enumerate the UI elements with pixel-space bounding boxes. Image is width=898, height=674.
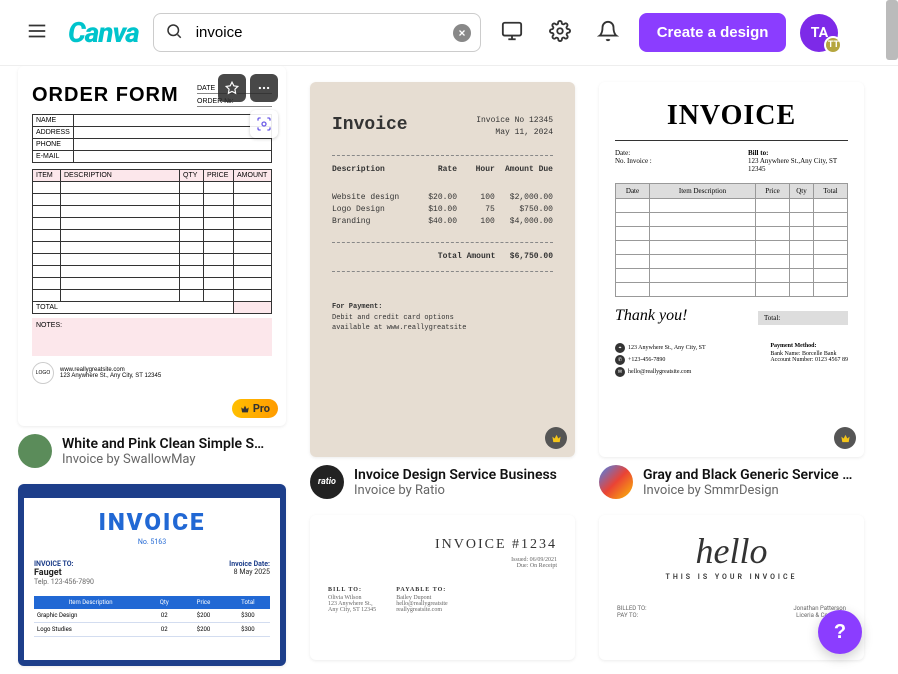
template-card: INVOICE Date: No. Invoice : Bill to: 123…: [599, 82, 864, 499]
gear-icon: [549, 20, 571, 42]
template-title: Invoice: [332, 112, 408, 139]
hamburger-menu-button[interactable]: [20, 14, 54, 51]
create-design-button[interactable]: Create a design: [639, 13, 787, 52]
search-icon: [165, 22, 183, 44]
template-author[interactable]: Invoice by SmmrDesign: [643, 483, 852, 498]
template-author[interactable]: Invoice by SwallowMay: [62, 452, 264, 467]
app-header: Canva Create a design TA TT: [0, 0, 898, 66]
crown-icon: [240, 404, 250, 414]
scrollbar-thumb[interactable]: [886, 0, 898, 60]
pro-badge: Pro: [232, 399, 278, 418]
help-button[interactable]: ?: [818, 610, 862, 654]
templates-grid: ORDER FORM DATE ORDER №: NAME ADDRESS PH…: [0, 66, 898, 674]
author-avatar[interactable]: [18, 434, 52, 468]
template-title: INVOICE: [34, 508, 270, 536]
template-name[interactable]: Gray and Black Generic Service …: [643, 467, 852, 483]
canva-logo: Canva: [68, 16, 139, 49]
monitor-icon: [501, 20, 523, 42]
location-icon: ⌖: [615, 343, 625, 353]
favorite-button[interactable]: [218, 74, 246, 102]
template-name[interactable]: White and Pink Clean Simple S…: [62, 436, 264, 452]
template-card: ORDER FORM DATE ORDER №: NAME ADDRESS PH…: [18, 66, 286, 468]
clear-search-button[interactable]: [453, 24, 471, 42]
search-input[interactable]: [153, 13, 481, 52]
author-avatar[interactable]: [599, 465, 633, 499]
notifications-button[interactable]: [591, 14, 625, 51]
logo-link[interactable]: Canva: [68, 16, 139, 49]
template-title: INVOICE: [615, 100, 848, 141]
template-thumbnail[interactable]: Invoice Invoice No 12345 May 11, 2024 De…: [310, 82, 575, 457]
dots-icon: [257, 81, 271, 95]
template-thumbnail[interactable]: INVOICE #1234 Issued: 06/09/2021 Due: On…: [310, 515, 575, 660]
template-author[interactable]: Invoice by Ratio: [354, 483, 557, 498]
author-avatar[interactable]: ratio: [310, 465, 344, 499]
template-thumbnail[interactable]: INVOICE No. 5163 INVOICE TO: Fauget Telp…: [18, 484, 286, 666]
logo-placeholder: LOGO: [32, 362, 54, 384]
premium-badge: [545, 427, 567, 449]
crown-icon: [551, 433, 562, 444]
more-options-button[interactable]: [250, 74, 278, 102]
template-thumbnail[interactable]: INVOICE Date: No. Invoice : Bill to: 123…: [599, 82, 864, 457]
team-badge: TT: [824, 36, 842, 54]
phone-icon: ✆: [615, 355, 625, 365]
star-icon: [225, 81, 239, 95]
template-card: INVOICE No. 5163 INVOICE TO: Fauget Telp…: [18, 484, 286, 666]
lens-icon: [256, 116, 272, 132]
template-title: INVOICE #1234: [328, 537, 557, 553]
premium-badge: [834, 427, 856, 449]
email-icon: ✉: [615, 367, 625, 377]
account-avatar[interactable]: TA TT: [800, 14, 838, 52]
template-title: ORDER FORM: [32, 84, 179, 107]
search-container: [153, 13, 481, 52]
settings-button[interactable]: [543, 14, 577, 51]
bell-icon: [597, 20, 619, 42]
hamburger-icon: [26, 20, 48, 42]
template-title: hello: [617, 535, 846, 567]
crown-icon: [840, 433, 851, 444]
desktop-app-button[interactable]: [495, 14, 529, 51]
template-card: Invoice Invoice No 12345 May 11, 2024 De…: [310, 82, 575, 499]
close-icon: [457, 28, 467, 38]
template-card: INVOICE #1234 Issued: 06/09/2021 Due: On…: [310, 515, 575, 660]
template-name[interactable]: Invoice Design Service Business: [354, 467, 557, 483]
template-thumbnail[interactable]: ORDER FORM DATE ORDER №: NAME ADDRESS PH…: [18, 66, 286, 426]
visual-search-button[interactable]: [250, 110, 278, 138]
